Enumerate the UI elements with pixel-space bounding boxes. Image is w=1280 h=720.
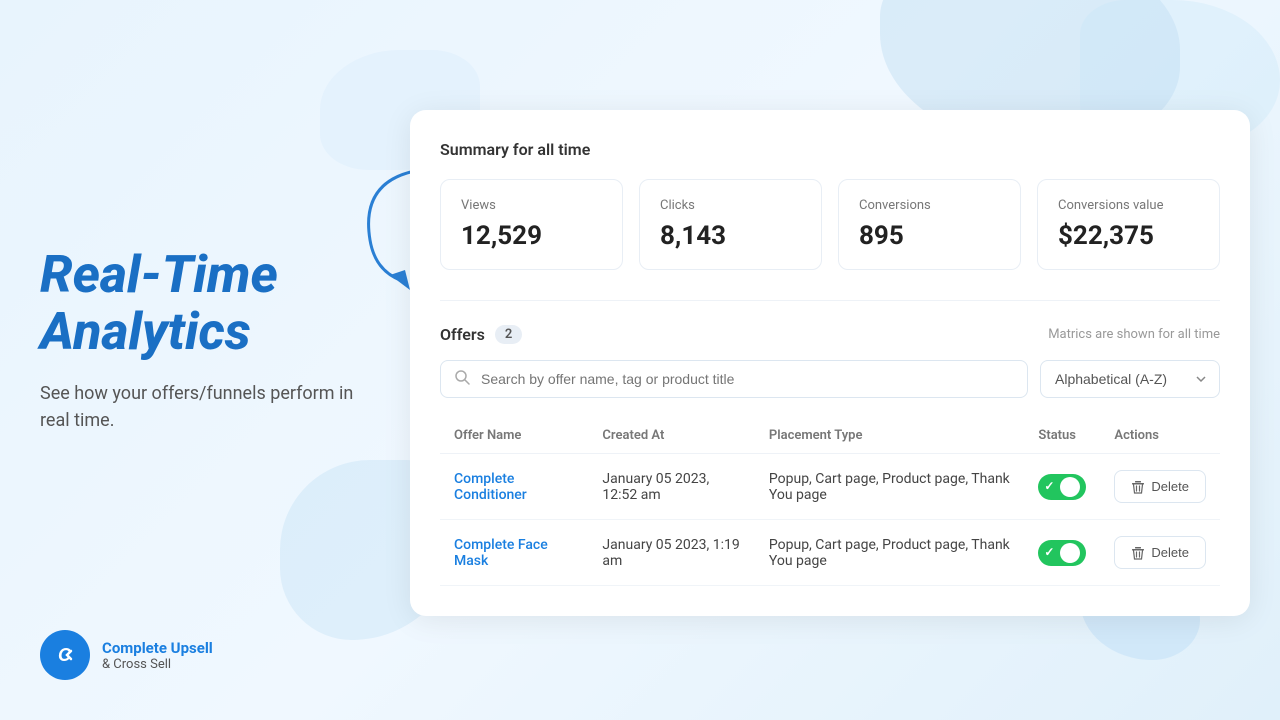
offers-title-group: Offers 2 (440, 325, 522, 344)
stat-value-conversions-value: $22,375 (1058, 221, 1199, 251)
offers-header: Offers 2 Matrics are shown for all time (440, 325, 1220, 344)
svg-text:C: C (58, 645, 72, 665)
search-sort-row: Alphabetical (A-Z) Newest First Oldest F… (440, 360, 1220, 398)
placement-facemask: Popup, Cart page, Product page, Thank Yo… (755, 520, 1025, 586)
stat-label-clicks: Clicks (660, 198, 801, 213)
actions-cell-facemask: Delete (1114, 536, 1206, 569)
stat-value-conversions: 895 (859, 221, 1000, 251)
created-at-facemask: January 05 2023, 1:19 am (588, 520, 754, 586)
actions-cell-conditioner: Delete (1114, 470, 1206, 503)
stat-label-conversions-value: Conversions value (1058, 198, 1199, 213)
offers-title: Offers (440, 325, 485, 344)
stat-card-conversions: Conversions 895 (838, 179, 1021, 270)
section-divider (440, 300, 1220, 301)
search-container (440, 360, 1028, 398)
logo-area: C Complete Upsell & Cross Sell (40, 630, 213, 680)
offer-link-facemask[interactable]: Complete Face Mask (454, 537, 548, 569)
delete-label-facemask: Delete (1151, 545, 1189, 560)
col-header-status: Status (1024, 418, 1100, 454)
offers-count-badge: 2 (495, 325, 522, 344)
sort-select[interactable]: Alphabetical (A-Z) Newest First Oldest F… (1040, 360, 1220, 398)
toggle-facemask[interactable]: ✓ (1038, 540, 1086, 566)
trash-icon (1131, 546, 1145, 560)
stat-card-clicks: Clicks 8,143 (639, 179, 822, 270)
stats-grid: Views 12,529 Clicks 8,143 Conversions 89… (440, 179, 1220, 270)
stat-value-clicks: 8,143 (660, 221, 801, 251)
stat-card-conversions-value: Conversions value $22,375 (1037, 179, 1220, 270)
table-row: Complete Conditioner January 05 2023, 12… (440, 454, 1220, 520)
delete-button-conditioner[interactable]: Delete (1114, 470, 1206, 503)
col-header-actions: Actions (1100, 418, 1220, 454)
summary-title: Summary for all time (440, 140, 1220, 159)
stat-value-views: 12,529 (461, 221, 602, 251)
main-panel: Summary for all time Views 12,529 Clicks… (410, 110, 1250, 616)
search-icon (454, 369, 470, 389)
col-header-offer-name: Offer Name (440, 418, 588, 454)
logo-text: Complete Upsell & Cross Sell (102, 639, 213, 672)
stat-label-conversions: Conversions (859, 198, 1000, 213)
delete-button-facemask[interactable]: Delete (1114, 536, 1206, 569)
left-panel: Real-Time Analytics See how your offers/… (40, 246, 360, 474)
offer-link-conditioner[interactable]: Complete Conditioner (454, 471, 527, 503)
hero-subtitle: See how your offers/funnels perform in r… (40, 380, 360, 434)
offers-meta-text: Matrics are shown for all time (1048, 327, 1220, 342)
stat-label-views: Views (461, 198, 602, 213)
trash-icon (1131, 480, 1145, 494)
offers-section: Offers 2 Matrics are shown for all time … (440, 325, 1220, 586)
created-at-conditioner: January 05 2023, 12:52 am (588, 454, 754, 520)
placement-conditioner: Popup, Cart page, Product page, Thank Yo… (755, 454, 1025, 520)
col-header-placement-type: Placement Type (755, 418, 1025, 454)
table-row: Complete Face Mask January 05 2023, 1:19… (440, 520, 1220, 586)
delete-label-conditioner: Delete (1151, 479, 1189, 494)
summary-section: Summary for all time Views 12,529 Clicks… (440, 140, 1220, 270)
col-header-created-at: Created At (588, 418, 754, 454)
status-cell-facemask: ✓ (1038, 540, 1086, 566)
status-cell-conditioner: ✓ (1038, 474, 1086, 500)
logo-tagline: & Cross Sell (102, 657, 213, 672)
stat-card-views: Views 12,529 (440, 179, 623, 270)
search-input[interactable] (440, 360, 1028, 398)
toggle-conditioner[interactable]: ✓ (1038, 474, 1086, 500)
logo-name: Complete Upsell (102, 639, 213, 657)
logo-icon: C (40, 630, 90, 680)
hero-title: Real-Time Analytics (40, 246, 360, 360)
offers-table: Offer Name Created At Placement Type Sta… (440, 418, 1220, 586)
